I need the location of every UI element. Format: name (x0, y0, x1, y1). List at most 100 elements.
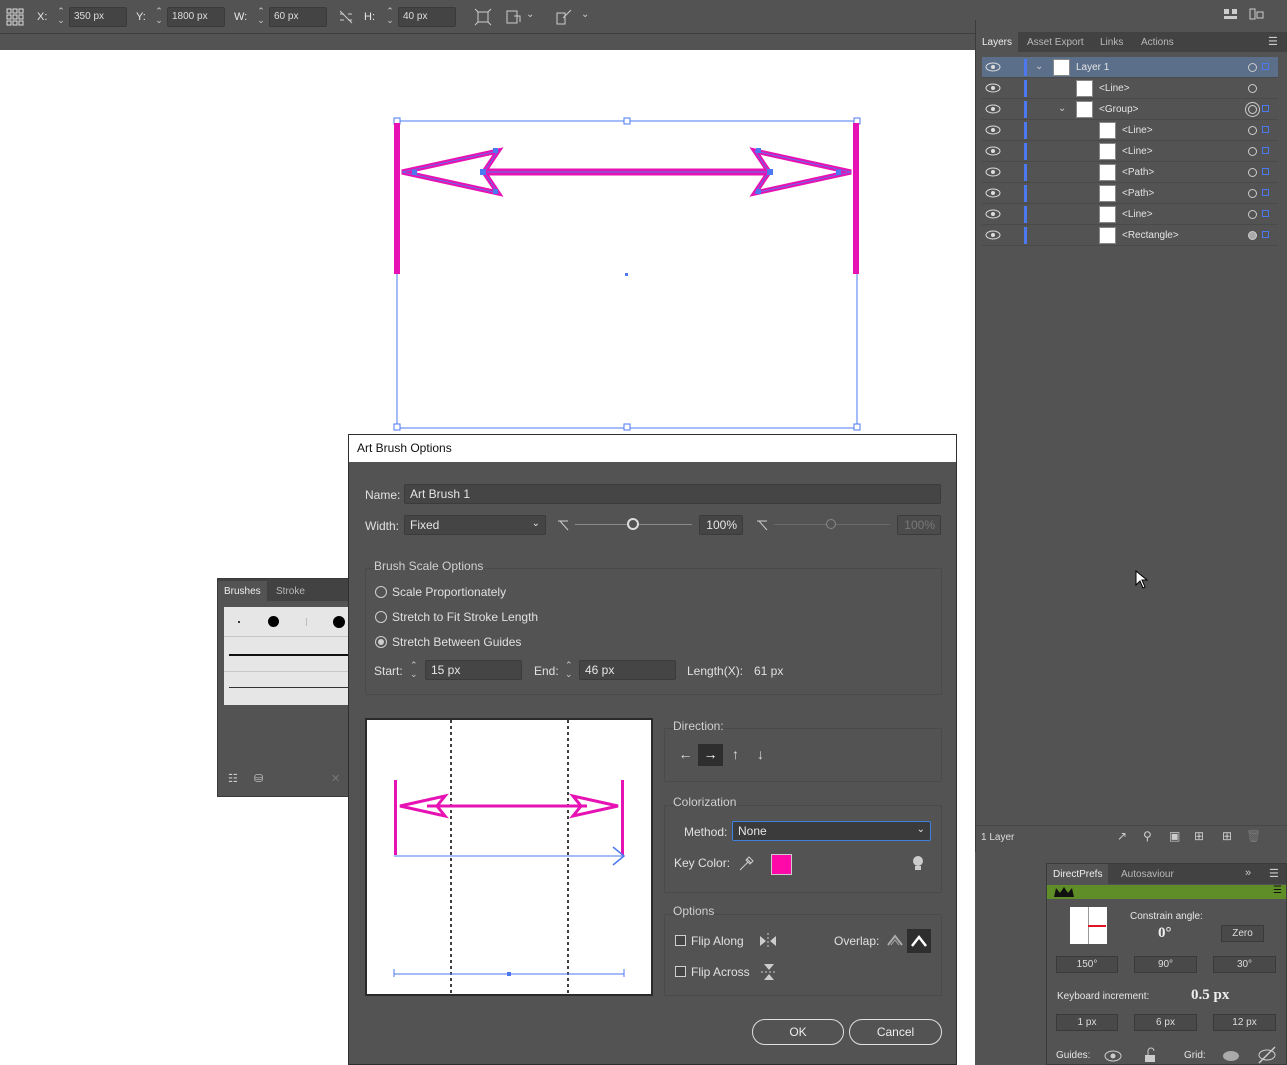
ok-button[interactable]: OK (752, 1019, 844, 1045)
target-icon[interactable] (1248, 189, 1257, 198)
target-icon[interactable] (1248, 168, 1257, 177)
target-icon[interactable] (1248, 105, 1257, 114)
start-input[interactable]: 15 px (425, 660, 522, 680)
eye-icon[interactable] (985, 167, 1001, 177)
eye-icon[interactable] (985, 188, 1001, 198)
h-stepper[interactable]: ⌃ ⌄ (384, 7, 396, 27)
transform-icon[interactable] (474, 8, 492, 26)
layer-row[interactable]: <Path> (982, 183, 1278, 204)
w-stepper[interactable]: ⌃ ⌄ (255, 7, 267, 27)
width-select[interactable]: Fixed ⌄ (404, 515, 546, 535)
selection-indicator[interactable] (1262, 231, 1269, 238)
brush-swatch[interactable] (238, 621, 240, 623)
layer-name[interactable]: <Path> (1122, 167, 1154, 178)
x-stepper[interactable]: ⌃ ⌄ (55, 7, 67, 27)
layer-name[interactable]: <Group> (1099, 104, 1138, 115)
stretch-fit-label[interactable]: Stretch to Fit Stroke Length (392, 610, 538, 624)
make-clipping-mask-icon[interactable]: ▣ (1169, 829, 1180, 843)
y-stepper[interactable]: ⌃ ⌄ (153, 7, 165, 27)
method-select[interactable]: None ⌄ (732, 821, 931, 841)
libraries-panel-icon[interactable]: ⛁ (254, 772, 263, 785)
layer-name[interactable]: <Line> (1122, 125, 1153, 136)
remove-stroke-icon[interactable]: ✕ (331, 772, 340, 785)
layer-name[interactable]: <Line> (1122, 209, 1153, 220)
increment-6px-button[interactable]: 6 px (1134, 1014, 1197, 1031)
grid-hidden-eye-icon[interactable] (1257, 1046, 1277, 1064)
layer-name[interactable]: <Line> (1099, 83, 1130, 94)
new-sublayer-icon[interactable]: ⊞ (1194, 829, 1204, 843)
stretch-guides-label[interactable]: Stretch Between Guides (392, 635, 521, 649)
end-stepper[interactable]: ⌃ ⌄ (565, 661, 573, 679)
brush-name-input[interactable]: Art Brush 1 (404, 484, 941, 504)
grid-visibility-eye-icon[interactable] (1222, 1050, 1240, 1062)
align-icon[interactable] (505, 8, 523, 26)
target-icon[interactable] (1248, 210, 1257, 219)
flip-along-checkbox[interactable] (675, 935, 686, 946)
angle-150-button[interactable]: 150° (1056, 956, 1118, 973)
eye-icon[interactable] (985, 104, 1001, 114)
stretch-guides-radio[interactable] (375, 636, 387, 648)
layer-name[interactable]: Layer 1 (1076, 62, 1109, 73)
cancel-button[interactable]: Cancel (849, 1019, 942, 1045)
selection-indicator[interactable] (1262, 189, 1269, 196)
direction-down-button[interactable]: ↓ (748, 744, 773, 766)
tab-links[interactable]: Links (1094, 32, 1129, 52)
tab-brushes[interactable]: Brushes (218, 581, 267, 601)
overlap-adjust-icon[interactable] (884, 929, 906, 951)
direction-up-button[interactable]: ↑ (723, 744, 748, 766)
target-icon[interactable] (1248, 231, 1257, 240)
eye-icon[interactable] (985, 230, 1001, 240)
brush-preview[interactable] (365, 718, 653, 996)
layer-row[interactable]: <Line> (982, 120, 1278, 141)
locate-object-icon[interactable]: ⚲ (1143, 829, 1152, 843)
banner-menu-icon[interactable]: ☰ (1273, 885, 1282, 896)
selection-indicator[interactable] (1262, 126, 1269, 133)
stretch-fit-radio[interactable] (375, 611, 387, 623)
key-color-swatch[interactable] (771, 854, 792, 875)
selection-indicator[interactable] (1262, 210, 1269, 217)
width-percent-input[interactable]: 100% (699, 515, 743, 535)
layer-row[interactable]: ⌄ <Group> (982, 99, 1278, 120)
angle-30-button[interactable]: 30° (1213, 956, 1276, 973)
tab-autosaviour[interactable]: Autosaviour (1115, 864, 1180, 884)
eye-icon[interactable] (985, 62, 1001, 72)
eye-icon[interactable] (985, 209, 1001, 219)
layer-name[interactable]: <Rectangle> (1122, 230, 1179, 241)
reference-point-icon[interactable] (6, 8, 24, 26)
layer-row[interactable]: <Line> (982, 141, 1278, 162)
brush-stroke-preview[interactable] (229, 687, 349, 688)
eye-icon[interactable] (985, 146, 1001, 156)
target-icon[interactable] (1248, 63, 1257, 72)
tips-bulb-icon[interactable] (911, 855, 925, 873)
brush-libraries-icon[interactable]: ☷ (228, 772, 238, 785)
zero-angle-button[interactable]: Zero (1221, 925, 1264, 942)
recolor-icon[interactable] (555, 8, 573, 26)
selection-indicator[interactable] (1262, 168, 1269, 175)
brush-swatch[interactable] (333, 616, 345, 628)
end-input[interactable]: 46 px (579, 660, 676, 680)
layer-row[interactable]: <Line> (982, 78, 1278, 99)
increment-1px-button[interactable]: 1 px (1056, 1014, 1118, 1031)
guides-lock-icon[interactable] (1143, 1047, 1159, 1063)
tab-actions[interactable]: Actions (1135, 32, 1180, 52)
panel-expand-icon[interactable]: » (1245, 867, 1251, 879)
new-layer-icon[interactable]: ⊞ (1222, 829, 1232, 843)
tab-layers[interactable]: Layers (976, 32, 1019, 52)
selection-indicator[interactable] (1262, 147, 1269, 154)
layer-row[interactable]: <Path> (982, 162, 1278, 183)
width-slider-thumb[interactable] (627, 518, 639, 530)
increment-12px-button[interactable]: 12 px (1213, 1014, 1276, 1031)
scale-proportionately-radio[interactable] (375, 586, 387, 598)
layer-row[interactable]: ⌄ Layer 1 (982, 57, 1278, 78)
brush-stroke-preview[interactable] (229, 654, 349, 656)
chevron-down-icon[interactable]: ⌄ (581, 9, 589, 20)
selection-indicator[interactable] (1262, 63, 1269, 70)
export-icon[interactable]: ↗ (1117, 829, 1127, 843)
flip-across-label[interactable]: Flip Across (691, 965, 750, 979)
tab-asset-export[interactable]: Asset Export (1021, 32, 1090, 52)
chevron-down-icon[interactable]: ⌄ (1058, 103, 1066, 114)
panel-menu-icon[interactable]: ☰ (1268, 35, 1278, 48)
layer-row[interactable]: <Rectangle> (982, 225, 1278, 246)
target-icon[interactable] (1248, 126, 1257, 135)
target-icon[interactable] (1248, 147, 1257, 156)
